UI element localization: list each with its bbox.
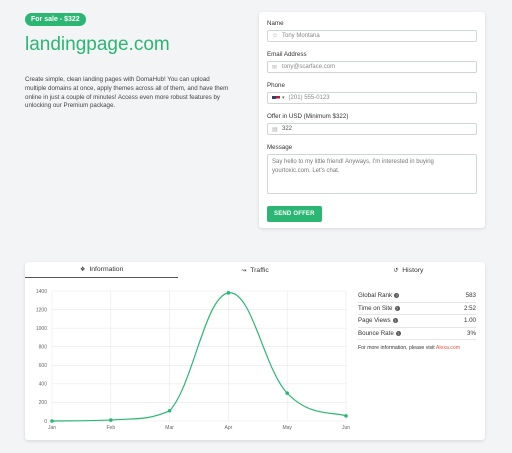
data-point (344, 414, 348, 418)
metric-row: Page Views? 1.00 (358, 315, 476, 328)
help-icon[interactable]: ? (392, 318, 398, 324)
tabs: ❖ Information ↝ Traffic ↺ History (25, 262, 485, 278)
x-tick-label: Feb (106, 425, 115, 431)
phone-field[interactable]: ▾ (201) 555-0123 (267, 92, 477, 104)
more-info: For more information, please visit Alexa… (358, 345, 476, 351)
send-offer-button[interactable]: SEND OFFER (267, 206, 322, 222)
metric-label: Global Rank? (358, 292, 400, 300)
y-tick-label: 1200 (36, 307, 47, 313)
metric-label: Time on Site? (358, 305, 400, 312)
y-tick-label: 0 (44, 419, 47, 425)
y-tick-label: 1000 (36, 326, 47, 332)
metrics-panel: Global Rank? 583 Time on Site? 2:52 Page Vie… (358, 290, 476, 351)
y-tick-label: 200 (39, 400, 48, 406)
history-icon: ↺ (393, 267, 399, 274)
help-icon[interactable]: ? (394, 293, 400, 299)
phone-value: (201) 555-0123 (288, 95, 330, 101)
metric-label-text: Global Rank (358, 292, 393, 300)
offer-field[interactable]: ▤ 322 (267, 123, 477, 135)
tab-label: History (402, 266, 424, 274)
metric-label-text: Time on Site (358, 304, 393, 312)
traffic-chart: 0 200 400 600 800 1000 1200 1400 Jan Feb Mar Apr May… (25, 282, 355, 440)
site-title: landingpage.com (25, 34, 170, 55)
metric-row: Bounce Rate? 3% (358, 328, 476, 340)
x-tick-label: Jan (48, 425, 56, 431)
chart-icon: ↝ (241, 267, 247, 274)
phone-label: Phone (267, 82, 285, 89)
data-point (167, 408, 172, 413)
us-flag-icon[interactable] (272, 95, 280, 101)
offer-label: Offer in USD (Minimum $322) (267, 113, 349, 120)
message-label: Message (267, 144, 293, 151)
help-icon[interactable]: ? (395, 330, 401, 336)
email-label: Email Address (267, 51, 307, 58)
metric-value: 2:52 (463, 304, 476, 312)
y-tick-label: 800 (39, 345, 48, 351)
data-point (285, 391, 290, 395)
metric-label-text: Bounce Rate (358, 329, 394, 337)
site-description: Create simple, clean landing pages with … (25, 76, 229, 110)
x-tick-label: Apr (225, 425, 233, 431)
series-line (51, 292, 347, 422)
data-point (109, 418, 113, 422)
message-field[interactable]: Say hello to my little friend! Anyways, … (267, 154, 477, 194)
offer-form: Name ☺ Tony Montana Email Address ✉ tony… (259, 12, 485, 228)
user-icon: ☺ (272, 33, 279, 39)
email-value: tony@scarface.com (282, 64, 336, 70)
traffic-chart-svg: 0 200 400 600 800 1000 1200 1400 Jan Feb Mar Apr May… (36, 289, 350, 431)
tab-traffic[interactable]: ↝ Traffic (178, 262, 331, 278)
info-circle-icon: ❖ (79, 267, 86, 273)
metric-row: Time on Site? 2:52 (358, 303, 476, 315)
email-field[interactable]: ✉ tony@scarface.com (267, 61, 477, 73)
tab-history[interactable]: ↺ History (332, 262, 485, 278)
more-info-text: For more information, please visit (358, 345, 435, 351)
envelope-icon: ✉ (272, 64, 278, 71)
tab-label: Traffic (250, 266, 269, 274)
money-icon: ▤ (272, 126, 278, 133)
alexa-link[interactable]: Alexa.com (436, 345, 460, 351)
y-tick-label: 600 (39, 363, 48, 369)
data-point (50, 419, 54, 423)
chevron-down-icon[interactable]: ▾ (282, 95, 285, 101)
metric-value: 583 (465, 292, 476, 300)
x-tick-label: May (282, 425, 292, 431)
metric-row: Global Rank? 583 (358, 290, 476, 303)
name-label: Name (267, 20, 284, 27)
y-tick-label: 400 (39, 382, 48, 388)
tab-information[interactable]: ❖ Information (25, 262, 179, 278)
help-icon[interactable]: ? (394, 305, 400, 311)
offer-value: 322 (282, 126, 293, 132)
tab-label: Information (89, 266, 124, 273)
sale-badge: For sale - $322 (25, 13, 86, 26)
stats-card: ❖ Information ↝ Traffic ↺ History 0 200 40… (25, 262, 485, 440)
metric-label-text: Page Views (358, 317, 391, 325)
x-tick-label: Jun (342, 425, 350, 431)
metric-value: 1.00 (463, 317, 476, 325)
data-point (226, 291, 231, 295)
metric-label: Bounce Rate? (358, 330, 401, 337)
metric-label: Page Views? (358, 317, 398, 324)
y-tick-label: 1400 (36, 289, 47, 295)
name-value: Tony Montana (282, 33, 320, 39)
x-tick-label: Mar (165, 425, 174, 431)
name-field[interactable]: ☺ Tony Montana (267, 30, 477, 42)
metric-value: 3% (467, 329, 476, 337)
